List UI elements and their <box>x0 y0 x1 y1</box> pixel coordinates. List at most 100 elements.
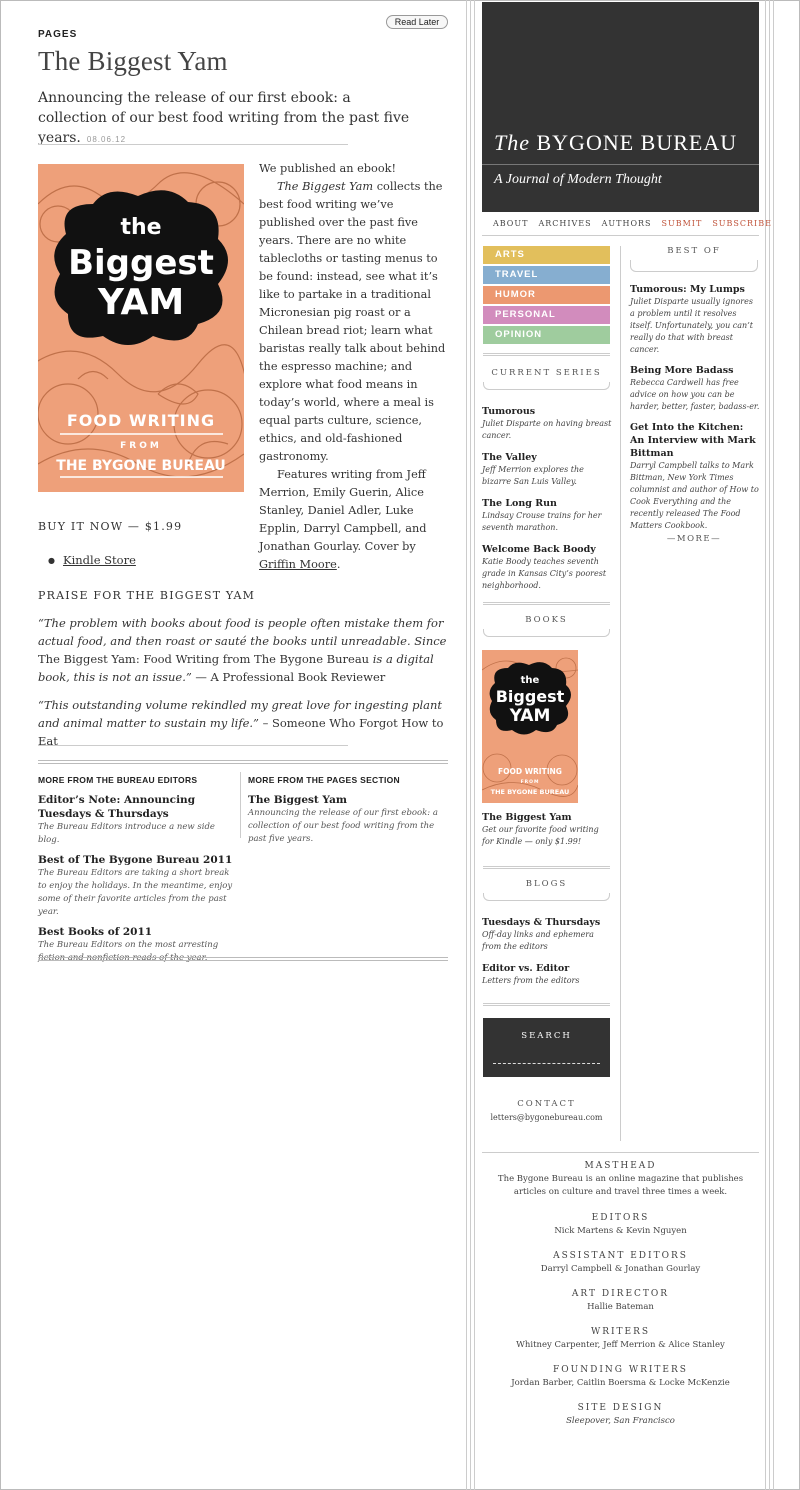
series-title[interactable]: Tumorous <box>482 405 612 418</box>
best-of-title[interactable]: Being More Badass <box>630 364 760 377</box>
heading-bracket <box>483 893 610 901</box>
nav-about[interactable]: ABOUT <box>493 219 528 228</box>
best-of-more-link[interactable]: —MORE— <box>630 534 758 544</box>
logo-name: BYGONE BUREAU <box>536 130 738 155</box>
sidebar-cover-the: the <box>521 675 540 686</box>
buy-heading: BUY IT NOW — $1.99 <box>38 520 183 533</box>
series-title[interactable]: The Long Run <box>482 497 612 510</box>
more-pages-desc: Announcing the release of our first eboo… <box>248 808 438 844</box>
book-title[interactable]: The Biggest Yam <box>482 811 612 824</box>
category-personal[interactable]: PERSONAL <box>483 306 610 324</box>
masthead-heading: ASSISTANT EDITORS <box>553 1251 688 1261</box>
double-rule <box>483 353 610 356</box>
sidebar-cover-sub3: THE BYGONE BUREAU <box>491 788 570 796</box>
divider <box>482 235 759 236</box>
blog-title[interactable]: Tuesdays & Thursdays <box>482 916 612 929</box>
category-arts[interactable]: ARTS <box>483 246 610 264</box>
nav-authors[interactable]: AUTHORS <box>602 219 652 228</box>
books-item: The Biggest Yam Get our favorite food wr… <box>482 811 612 848</box>
masthead-heading: WRITERS <box>590 1327 651 1337</box>
double-rule <box>38 957 448 961</box>
double-rule <box>38 760 448 764</box>
double-rule <box>483 602 610 605</box>
more-pages-title[interactable]: The Biggest Yam <box>248 793 448 807</box>
more-editors-desc: The Bureau Editors introduce a new side … <box>38 822 215 845</box>
search-input[interactable] <box>493 1050 600 1064</box>
masthead-value: Darryl Campbell & Jonathan Gourlay <box>540 1264 701 1274</box>
masthead-block: MASTHEAD The Bygone Bureau is an online … <box>482 1161 759 1428</box>
masthead-heading: SITE DESIGN <box>577 1403 664 1413</box>
buy-list: ● Kindle Store <box>48 553 136 567</box>
more-editors-title[interactable]: Best of The Bygone Bureau 2011 <box>38 853 233 867</box>
more-editors-desc: The Bureau Editors are taking a short br… <box>38 868 233 917</box>
praise-quote-2: “This outstanding volume rekindled my gr… <box>38 696 448 750</box>
sidebar-cover-sub1: FOOD WRITING <box>498 767 562 776</box>
sidebar-rule <box>474 0 475 1490</box>
sidebar-column-divider <box>620 246 621 1141</box>
contact-email[interactable]: letters@bygonebureau.com <box>483 1113 610 1122</box>
more-pages-heading: MORE FROM THE PAGES SECTION <box>248 775 400 785</box>
series-title[interactable]: The Valley <box>482 451 612 464</box>
griffin-moore-link[interactable]: Griffin Moore <box>259 558 337 571</box>
logo-the: The <box>494 130 530 155</box>
body-paragraph: Features writing from Jeff Merrion, Emil… <box>259 466 449 574</box>
more-pages-list: The Biggest Yam Announcing the release o… <box>248 793 448 846</box>
kindle-store-link[interactable]: Kindle Store <box>63 553 136 567</box>
more-editors-title[interactable]: Editor’s Note: Announcing Tuesdays & Thu… <box>38 793 233 821</box>
masthead-value: Jordan Barber, Caitlin Boersma & Locke M… <box>511 1378 730 1388</box>
site-tagline: A Journal of Modern Thought <box>494 172 662 187</box>
masthead-heading: EDITORS <box>591 1213 650 1223</box>
article-body: We published an ebook! The Biggest Yam c… <box>259 160 449 574</box>
book-cover-image[interactable]: the Biggest YAM FOOD WRITING FROM THE BY… <box>38 164 244 492</box>
heading-bracket <box>483 382 610 390</box>
praise-quote-1: “The problem with books about food is pe… <box>38 614 448 686</box>
series-title[interactable]: Welcome Back Boody <box>482 543 612 556</box>
masthead-heading: MASTHEAD <box>584 1161 657 1171</box>
read-later-button[interactable]: Read Later <box>386 15 448 29</box>
quote-book-title: The Biggest Yam: Food Writing from The B… <box>38 652 370 666</box>
best-of-desc: Juliet Disparte usually ignores a proble… <box>630 297 753 354</box>
heading-bracket <box>630 260 758 272</box>
books-heading: BOOKS <box>525 615 568 625</box>
more-editors-title[interactable]: Best Books of 2011 <box>38 925 233 939</box>
divider <box>482 1152 759 1153</box>
sidebar-book-cover[interactable]: the Biggest YAM FOOD WRITING FROM THE BY… <box>481 650 579 803</box>
sidebar-cover-biggest: Biggest <box>496 687 565 706</box>
current-series-heading: CURRENT SERIES <box>491 368 602 378</box>
cover-title-the: the <box>120 215 161 240</box>
quote-text: “The problem with books about food is pe… <box>38 616 447 648</box>
divider <box>38 745 348 746</box>
site-logo[interactable]: The BYGONE BUREAU A Journal of Modern Th… <box>482 2 759 212</box>
sidebar-rule <box>466 0 467 1490</box>
column-divider <box>240 772 241 838</box>
category-humor[interactable]: HUMOR <box>483 286 610 304</box>
sidebar-rule <box>773 0 774 1490</box>
best-of-title[interactable]: Get Into the Kitchen: An Interview with … <box>630 421 760 460</box>
blogs-heading: BLOGS <box>525 879 568 889</box>
blog-title[interactable]: Editor vs. Editor <box>482 962 612 975</box>
nav-archives[interactable]: ARCHIVES <box>538 219 591 228</box>
body-text: . <box>336 558 341 571</box>
body-text: collects the best food writing we’ve pub… <box>259 180 446 463</box>
more-editors-heading: MORE FROM THE BUREAU EDITORS <box>38 775 198 785</box>
series-desc: Lindsay Crouse trains for her seventh ma… <box>482 511 602 532</box>
sidebar-cover-art: the Biggest YAM FOOD WRITING FROM THE BY… <box>481 650 579 803</box>
double-rule <box>483 1003 610 1006</box>
divider <box>38 144 348 145</box>
best-of-desc: Darryl Campbell talks to Mark Bittman, N… <box>630 461 759 530</box>
masthead-value[interactable]: Sleepover, San Francisco <box>482 1415 759 1428</box>
category-travel[interactable]: TRAVEL <box>483 266 610 284</box>
masthead-value: Hallie Bateman <box>587 1302 654 1312</box>
current-series-list: Tumorous Juliet Disparte on having breas… <box>482 405 612 592</box>
nav-submit[interactable]: SUBMIT <box>662 219 703 228</box>
cover-title-yam: YAM <box>97 282 184 323</box>
cover-art: the Biggest YAM FOOD WRITING FROM THE BY… <box>38 164 244 492</box>
category-opinion[interactable]: OPINION <box>483 326 610 344</box>
best-of-title[interactable]: Tumorous: My Lumps <box>630 283 760 296</box>
cover-title-biggest: Biggest <box>68 243 214 283</box>
double-rule <box>483 866 610 869</box>
page-title: The Biggest Yam <box>38 46 228 76</box>
book-desc: Get our favorite food writing for Kindle… <box>482 825 599 846</box>
nav-subscribe[interactable]: SUBSCRIBE <box>712 219 772 228</box>
best-of-list: Tumorous: My Lumps Juliet Disparte usual… <box>630 283 760 532</box>
